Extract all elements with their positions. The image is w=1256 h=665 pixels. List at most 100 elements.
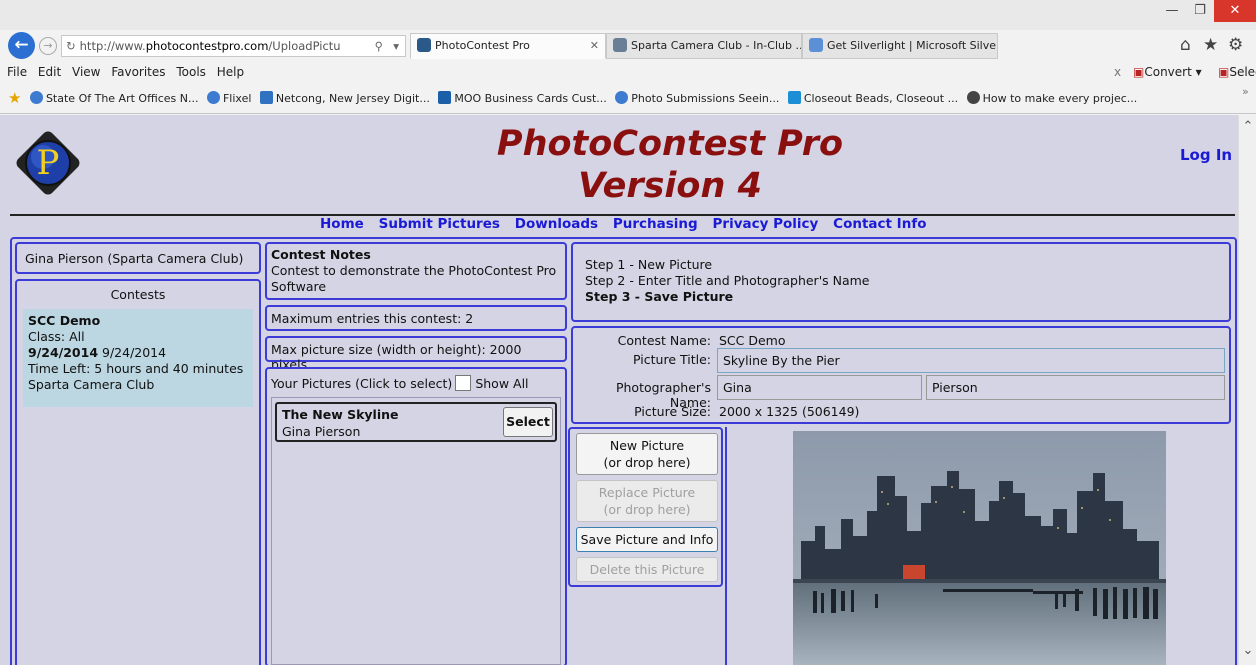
minimize-icon[interactable]: — (1158, 0, 1186, 22)
moo-icon (438, 91, 452, 104)
navigation-row: ← → ↻ http://www.photocontestpro.com/Uplo… (0, 30, 1256, 60)
toolbar-close-icon[interactable]: x (1114, 60, 1121, 84)
nav-submit-pictures[interactable]: Submit Pictures (379, 216, 500, 232)
menu-file[interactable]: File (7, 60, 27, 84)
picture-size-value: 2000 x 1325 (506149) (719, 404, 860, 419)
photographer-last-name-input[interactable]: Pierson (926, 375, 1225, 400)
select-icon: ▣ (1218, 65, 1230, 79)
address-path: /UploadPictu (268, 39, 341, 53)
close-icon[interactable]: ✕ (1214, 0, 1256, 22)
favorite-link[interactable]: Closeout Beads, Closeout ... (787, 86, 958, 112)
contest-name-label: Contest Name: (617, 333, 711, 348)
favorite-link[interactable]: State Of The Art Offices N... (29, 86, 198, 112)
more-favorites-chevron-icon[interactable]: » (1242, 85, 1249, 105)
select-button[interactable]: Select (503, 407, 553, 437)
gear-icon[interactable]: ⚙ (1228, 35, 1243, 55)
select-button[interactable]: ▣Selec (1218, 60, 1256, 84)
menu-help[interactable]: Help (217, 60, 244, 84)
menu-favorites[interactable]: Favorites (111, 60, 165, 84)
maximize-icon[interactable]: ❐ (1186, 0, 1214, 22)
menu-bar: File Edit View Favorites Tools Help x ▣C… (0, 60, 1256, 85)
max-picture-size: Max picture size (width or height): 2000… (265, 336, 567, 372)
delete-picture-button[interactable]: Delete this Picture (576, 557, 718, 582)
select-label: Selec (1229, 65, 1256, 79)
tab-get-silverlight[interactable]: Get Silverlight | Microsoft Silve... (802, 33, 998, 59)
contests-panel: Contests SCC Demo Class: All 9/24/2014 9… (15, 279, 261, 665)
skyline-photo (793, 431, 1166, 665)
pictures-list: The New Skyline Gina Pierson Select (271, 397, 561, 665)
new-picture-hint: (or drop here) (603, 455, 691, 470)
tab-sparta-camera-club[interactable]: Sparta Camera Club - In-Club ... (606, 33, 802, 59)
login-link[interactable]: Log In (1180, 146, 1232, 164)
nav-downloads[interactable]: Downloads (515, 216, 598, 232)
show-all-label[interactable]: Show All (475, 376, 528, 391)
max-entries: Maximum entries this contest: 2 (265, 305, 567, 331)
netcong-icon (259, 91, 273, 104)
tab-label: Sparta Camera Club - In-Club ... (631, 39, 802, 52)
show-all-checkbox[interactable] (455, 375, 472, 391)
ie-icon (615, 91, 629, 104)
nav-home[interactable]: Home (320, 216, 364, 232)
add-favorite-star-icon[interactable]: ★ (8, 85, 21, 111)
photocontest-logo: P (16, 131, 80, 195)
nav-purchasing[interactable]: Purchasing (613, 216, 698, 232)
photographer-first-name-input[interactable]: Gina (717, 375, 922, 400)
your-pictures-header: Your Pictures (Click to select) Show All (271, 375, 529, 391)
contests-heading: Contests (110, 287, 166, 302)
back-arrow-icon[interactable]: ← (8, 32, 35, 59)
refresh-icon[interactable]: ↻ (66, 39, 76, 53)
convert-button[interactable]: ▣Convert ▾ (1133, 60, 1202, 84)
picture-title-input[interactable]: Skyline By the Pier (717, 348, 1225, 373)
contest-notes-title: Contest Notes (271, 247, 371, 262)
tab-favicon-icon (809, 38, 823, 52)
address-bar[interactable]: ↻ http://www.photocontestpro.com/UploadPi… (61, 35, 406, 57)
site-title: PhotoContest Pro Version 4 (430, 123, 910, 207)
scroll-down-icon[interactable]: ⌄ (1239, 643, 1256, 658)
convert-label: Convert (1144, 65, 1192, 79)
address-prefix: http://www. (79, 39, 146, 53)
favorite-link[interactable]: Flixel (206, 86, 251, 112)
tab-close-icon[interactable]: ✕ (590, 34, 599, 58)
your-pictures-panel: Your Pictures (Click to select) Show All … (265, 367, 567, 665)
picture-list-item[interactable]: The New Skyline Gina Pierson Select (275, 402, 557, 442)
step-2: Step 2 - Enter Title and Photographer's … (585, 273, 870, 288)
dropdown-arrow-icon[interactable]: ▾ (393, 36, 399, 56)
favorite-link[interactable]: How to make every projec... (966, 86, 1137, 112)
search-icon[interactable]: ⚲ (375, 36, 383, 56)
replace-picture-hint: (or drop here) (603, 502, 691, 517)
vertical-scrollbar[interactable]: ⌃ ⌄ (1238, 115, 1256, 665)
contest-list-item[interactable]: SCC Demo Class: All 9/24/2014 9/24/2014 … (23, 309, 253, 407)
favorites-star-icon[interactable]: ★ (1203, 35, 1218, 55)
contest-notes-text: Contest to demonstrate the PhotoContest … (271, 263, 557, 294)
favorite-link[interactable]: Photo Submissions Seein... (615, 86, 779, 112)
contest-club: Sparta Camera Club (28, 377, 155, 392)
home-icon[interactable]: ⌂ (1180, 35, 1191, 55)
beads-icon (787, 91, 801, 104)
replace-picture-button[interactable]: Replace Picture (or drop here) (576, 480, 718, 522)
user-info: Gina Pierson (Sparta Camera Club) (15, 242, 261, 274)
tab-label: PhotoContest Pro (435, 39, 530, 52)
favorite-link[interactable]: MOO Business Cards Cust... (438, 86, 607, 112)
browser-chrome: — ❐ ✕ ← → ↻ http://www.photocontestpro.co… (0, 0, 1256, 115)
tab-label: Get Silverlight | Microsoft Silve... (827, 39, 998, 52)
menu-tools[interactable]: Tools (176, 60, 206, 84)
favorites-bar: ★ State Of The Art Offices N... Flixel N… (0, 85, 1256, 114)
svg-text:P: P (37, 143, 60, 183)
new-picture-button[interactable]: New Picture (or drop here) (576, 433, 718, 475)
favorite-link[interactable]: Netcong, New Jersey Digit... (259, 86, 430, 112)
scroll-up-icon[interactable]: ⌃ (1239, 119, 1256, 134)
nav-contact-info[interactable]: Contact Info (833, 216, 926, 232)
tab-favicon-icon (613, 38, 627, 52)
tab-photocontest-pro[interactable]: PhotoContest Pro ✕ (410, 33, 606, 59)
window-titlebar: — ❐ ✕ (0, 0, 1256, 30)
contest-class: Class: All (28, 329, 85, 344)
ie-icon (206, 91, 220, 104)
nav-privacy-policy[interactable]: Privacy Policy (713, 216, 819, 232)
save-picture-button[interactable]: Save Picture and Info (576, 527, 718, 552)
replace-picture-label: Replace Picture (598, 485, 696, 500)
pdf-icon: ▣ (1133, 65, 1145, 79)
menu-view[interactable]: View (72, 60, 100, 84)
forward-arrow-icon[interactable]: → (39, 37, 57, 55)
address-domain: photocontestpro.com (145, 39, 269, 53)
menu-edit[interactable]: Edit (38, 60, 61, 84)
